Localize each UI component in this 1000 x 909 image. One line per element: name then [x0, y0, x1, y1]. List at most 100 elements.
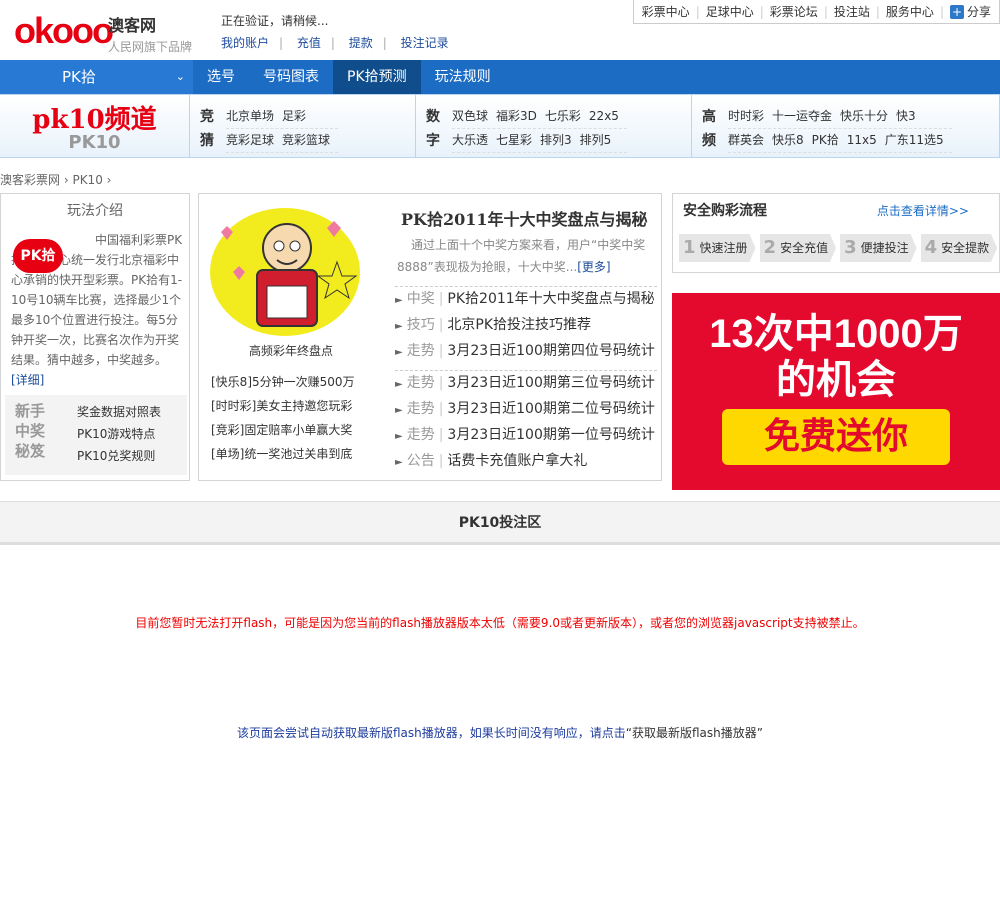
tip-link[interactable]: PK10兑奖规则	[77, 449, 155, 463]
news-list-b: ► 走势 | 3月23日近100期第三位号码统计 ► 走势 | 3月23日近100期第二位号…	[395, 370, 657, 475]
game-link[interactable]: 22x5	[589, 109, 619, 123]
brand-name: 澳客网	[108, 16, 157, 35]
tab-rules[interactable]: 玩法规则	[421, 60, 505, 94]
top-bar: okooo 澳客网 人民网旗下品牌 正在验证，请稍候... 我的账户 | 充值 | …	[0, 0, 1000, 60]
news-item[interactable]: ► 走势 | 3月23日近100期第二位号码统计	[395, 397, 657, 423]
banner-line1: 13次中1000万	[709, 312, 963, 356]
brand-slogan: 人民网旗下品牌	[108, 40, 193, 54]
process-title: 安全购彩流程	[683, 203, 767, 219]
tips-side-label: 新手 中奖 秘笈	[15, 402, 46, 460]
banner-line2: 的机会	[776, 357, 896, 403]
channel-group-shuzi: 数字 双色球 福彩3D 七乐彩 22x5 大乐透 七星彩 排列3 排列5	[416, 95, 692, 157]
lottery-forum-link[interactable]: 彩票论坛	[770, 0, 818, 24]
game-link[interactable]: 排列3	[540, 133, 572, 147]
game-link[interactable]: 竞彩篮球	[282, 133, 330, 147]
news-item[interactable]: ► 走势 | 3月23日近100期第四位号码统计	[395, 339, 657, 365]
step-recharge: 2 安全充值	[759, 234, 837, 262]
breadcrumb-home[interactable]: 澳客彩票网	[0, 173, 60, 187]
game-link[interactable]: 排列5	[580, 133, 612, 147]
get-flash-link[interactable]: “获取最新版flash播放器”	[626, 726, 763, 740]
share-icon: +	[949, 4, 964, 19]
game-link[interactable]: 十一运夺金	[772, 109, 832, 123]
banner-free-button[interactable]: 免费送你	[722, 409, 950, 465]
news-summary: 通过上面十个中奖方案来看，用户“中奖中奖8888”表现极为抢眼，十大中奖...[…	[397, 238, 646, 274]
my-account-link[interactable]: 我的账户	[221, 36, 269, 50]
cartoon-image[interactable]	[207, 202, 367, 338]
news-item[interactable]: ► 技巧 | 北京PK拾投注技巧推荐	[395, 313, 657, 339]
main-nav: PK拾 ⌄ 选号 号码图表 PK拾预测 玩法规则	[0, 60, 1000, 94]
channel-title-main: pk10频道	[32, 105, 157, 135]
process-detail-link[interactable]: 点击查看详情>>	[877, 202, 969, 219]
channel-bar: pk10频道 PK10 竞猜 北京单场 足彩 竞彩足球 竞彩篮球 数字 双色球 福彩3…	[0, 94, 1000, 158]
service-center-link[interactable]: 服务中心	[886, 0, 934, 24]
football-center-link[interactable]: 足球中心	[706, 0, 754, 24]
feature-link[interactable]: [单场]统一奖池过关串到底	[211, 447, 352, 461]
game-link[interactable]: 快乐8	[772, 133, 804, 147]
promo-banner[interactable]: 13次中1000万 的机会 免费送你	[672, 293, 1000, 490]
share-button[interactable]: + 分享	[949, 0, 991, 24]
game-link[interactable]: 竞彩足球	[226, 133, 274, 147]
chevron-down-icon: ⌄	[175, 70, 185, 83]
game-link[interactable]: 七乐彩	[545, 109, 581, 123]
bet-area-title: PK10投注区	[0, 501, 1000, 545]
verify-status: 正在验证，请稍候...	[221, 14, 329, 28]
breadcrumb: 澳客彩票网 › PK10 ›	[0, 173, 112, 187]
game-link[interactable]: 广东11选5	[885, 133, 944, 147]
betting-station-link[interactable]: 投注站	[834, 0, 870, 24]
news-panel: 高频彩年终盘点 [快乐8]5分钟一次赚500万 [时时彩]美女主持邀您玩彩 [竞…	[198, 193, 662, 481]
game-link[interactable]: 群英会	[728, 133, 764, 147]
intro-title: 玩法介绍	[67, 203, 123, 219]
feature-link[interactable]: [竞彩]固定赔率小单赢大奖	[211, 423, 352, 437]
channel-group-gaopin: 高频 时时彩 十一运夺金 快乐十分 快3 群英会 快乐8 PK拾 11x5 广东11选5	[692, 95, 1000, 157]
recharge-link[interactable]: 充值	[297, 36, 321, 50]
channel-title-sub: PK10	[68, 132, 121, 153]
game-selector[interactable]: PK拾 ⌄	[0, 60, 193, 94]
tip-link[interactable]: 奖金数据对照表	[77, 405, 161, 419]
game-link[interactable]: 大乐透	[452, 133, 488, 147]
news-headline[interactable]: PK拾2011年十大中奖盘点与揭秘	[401, 206, 647, 230]
safe-process-panel: 安全购彩流程 点击查看详情>> 1 快速注册 2 安全充值 3 便捷投注 4 安全提款	[672, 193, 1000, 273]
withdraw-link[interactable]: 提款	[349, 36, 373, 50]
flash-update-message: 该页面会尝试自动获取最新版flash播放器，如果长时间没有响应，请点击“获取最新…	[237, 726, 763, 740]
game-link[interactable]: 七星彩	[496, 133, 532, 147]
brand: 澳客网 人民网旗下品牌	[108, 12, 192, 55]
step-register: 1 快速注册	[679, 234, 756, 262]
feature-link[interactable]: [时时彩]美女主持邀您玩彩	[211, 399, 352, 413]
news-item[interactable]: ► 中奖 | PK拾2011年十大中奖盘点与揭秘	[395, 287, 657, 313]
top-links: 彩票中心 | 足球中心 | 彩票论坛 | 投注站 | 服务中心 | + 分享	[632, 0, 1000, 24]
flash-error-message: 目前您暂时无法打开flash，可能是因为您当前的flash播放器版本太低（需要9…	[135, 616, 865, 630]
intro-panel: 玩法介绍 中国福利彩票PK拾福彩中心统一发行北京福彩中心承销的快开型彩票。PK拾…	[0, 193, 190, 481]
channel-title: pk10频道 PK10	[0, 95, 190, 157]
tab-select-numbers[interactable]: 选号	[193, 60, 249, 94]
pk10-icon: PK拾	[13, 239, 63, 273]
game-link[interactable]: 福彩3D	[496, 109, 537, 123]
tab-number-charts[interactable]: 号码图表	[249, 60, 333, 94]
game-link[interactable]: 足彩	[282, 109, 306, 123]
account-links: 我的账户 | 充值 | 提款 | 投注记录	[221, 36, 449, 50]
share-label: 分享	[966, 4, 991, 19]
breadcrumb-pk10[interactable]: PK10	[72, 173, 102, 187]
tab-pk10-prediction[interactable]: PK拾预测	[333, 60, 421, 94]
bet-records-link[interactable]: 投注记录	[401, 36, 449, 50]
game-link[interactable]: PK拾	[812, 133, 839, 147]
news-item[interactable]: ► 走势 | 3月23日近100期第一位号码统计	[395, 423, 657, 449]
game-link[interactable]: 快乐十分	[840, 109, 888, 123]
lottery-center-link[interactable]: 彩票中心	[642, 0, 690, 24]
feature-links: [快乐8]5分钟一次赚500万 [时时彩]美女主持邀您玩彩 [竞彩]固定赔率小单…	[211, 370, 355, 466]
game-link[interactable]: 快3	[896, 109, 916, 123]
step-bet: 3 便捷投注	[840, 234, 917, 262]
game-link[interactable]: 北京单场	[226, 109, 274, 123]
game-link[interactable]: 双色球	[452, 109, 488, 123]
feature-link[interactable]: [快乐8]5分钟一次赚500万	[211, 375, 355, 389]
news-item[interactable]: ► 走势 | 3月23日近100期第三位号码统计	[395, 371, 657, 397]
game-link[interactable]: 11x5	[847, 133, 877, 147]
channel-group-jingcai: 竞猜 北京单场 足彩 竞彩足球 竞彩篮球	[190, 95, 416, 157]
tip-link[interactable]: PK10游戏特点	[77, 427, 155, 441]
news-item[interactable]: ► 公告 | 话费卡充值账户拿大礼	[395, 449, 657, 475]
game-link[interactable]: 时时彩	[728, 109, 764, 123]
image-caption: 高频彩年终盘点	[249, 344, 334, 358]
more-link[interactable]: [更多]	[577, 260, 610, 274]
step-withdraw: 4 安全提款	[920, 234, 998, 262]
detail-link[interactable]: [详细]	[11, 373, 44, 387]
okooo-logo[interactable]: okooo	[14, 10, 114, 52]
